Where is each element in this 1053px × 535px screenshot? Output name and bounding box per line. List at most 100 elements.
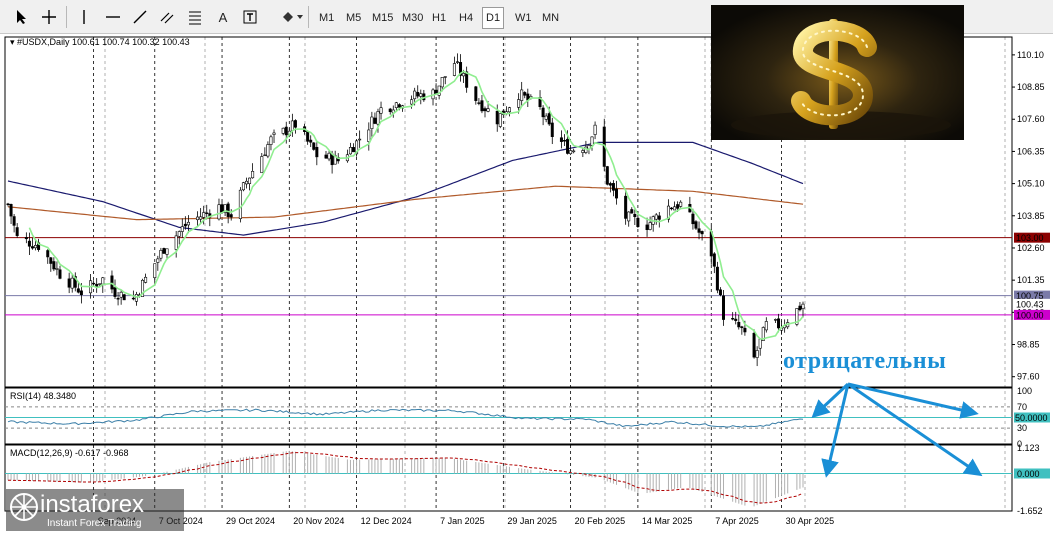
crosshair-icon[interactable] [39, 7, 59, 27]
candle [520, 81, 524, 107]
timeframe-d1[interactable]: D1 [482, 7, 505, 29]
chevron-down-icon[interactable]: ▾ [10, 37, 15, 47]
candle [367, 122, 371, 151]
candle [477, 98, 481, 106]
candle-body [272, 132, 276, 135]
candle [312, 142, 316, 151]
level-label-103.00: 103.00 [1016, 233, 1044, 243]
candle [263, 147, 267, 157]
text-icon[interactable]: A [213, 7, 233, 27]
candle-body [226, 203, 230, 217]
candle-body [452, 63, 456, 76]
timeframe-mn[interactable]: MN [538, 7, 563, 29]
candle [391, 105, 395, 118]
level-label-100.00: 100.00 [1016, 310, 1044, 320]
candle-body [358, 138, 362, 141]
cursor-arrow-icon[interactable] [12, 7, 32, 27]
candle [217, 198, 221, 221]
candle [293, 119, 297, 134]
candle [226, 201, 230, 224]
macd-tick-label: -1.652 [1017, 506, 1043, 516]
candle [584, 140, 588, 155]
candle [559, 130, 563, 149]
candle [419, 89, 423, 105]
rsi-tick-label: 30 [1017, 423, 1027, 433]
price-tick-label: 97.60 [1017, 372, 1040, 382]
candle-body [541, 107, 545, 118]
fibonacci-icon[interactable] [185, 7, 205, 27]
candle-body [721, 295, 725, 320]
candle-body [46, 250, 50, 258]
candle-body [281, 127, 285, 134]
candle-body [654, 214, 658, 220]
candle [605, 165, 609, 186]
candle-body [544, 115, 548, 120]
candle-body [306, 131, 310, 142]
shapes-icon[interactable] [277, 7, 307, 27]
candle [324, 151, 328, 159]
candle-body [562, 140, 566, 142]
timeframe-m30[interactable]: M30 [398, 7, 427, 29]
timeframe-h4[interactable]: H4 [455, 7, 477, 29]
candle-body [92, 282, 96, 285]
candle [611, 180, 615, 197]
timeframe-w1[interactable]: W1 [511, 7, 536, 29]
timeframe-h1[interactable]: H1 [428, 7, 450, 29]
candle [688, 196, 692, 213]
candle-body [315, 146, 319, 158]
candle-body [165, 248, 169, 255]
candle-body [180, 226, 184, 232]
candle [737, 314, 741, 330]
candle-body [676, 204, 680, 209]
trendline-icon[interactable] [130, 7, 150, 27]
candle [474, 85, 478, 105]
candle-body [245, 180, 249, 185]
candle [614, 180, 618, 205]
date-tick-label: 12 Dec 2024 [361, 516, 412, 526]
candle-body [648, 222, 652, 230]
candle-body [645, 224, 649, 230]
candle-body [798, 305, 802, 311]
candle-body [293, 120, 297, 128]
candle-body [58, 269, 62, 279]
candle [6, 202, 10, 207]
annotation-text: отрицательны [783, 348, 947, 374]
timeframe-m15[interactable]: M15 [368, 7, 397, 29]
candle [180, 218, 184, 238]
ma-brown-line [7, 185, 804, 221]
candle-body [608, 183, 612, 186]
candle-body [177, 231, 181, 237]
timeframe-m5[interactable]: M5 [342, 7, 365, 29]
candle-body [98, 283, 102, 285]
candle-body [241, 182, 245, 191]
candle [358, 130, 362, 148]
candle-body [367, 129, 371, 142]
candle [645, 217, 649, 237]
candle-body [495, 110, 499, 125]
candle [116, 291, 120, 306]
rsi-line [7, 408, 804, 428]
timeframe-m1[interactable]: M1 [315, 7, 338, 29]
candle-body [743, 327, 747, 333]
candle [348, 142, 352, 155]
candle-body [113, 287, 117, 297]
text-label-icon[interactable] [240, 7, 260, 27]
candle-body [416, 92, 420, 97]
candle-body [443, 76, 447, 78]
candle-body [67, 278, 71, 288]
candle [159, 247, 163, 262]
candle-body [52, 261, 56, 270]
candle-body [755, 350, 759, 358]
candle [352, 143, 356, 153]
vertical-line-icon[interactable] [74, 7, 94, 27]
symbol-line: #USDX,Daily 100.61 100.74 100.32 100.43 [17, 37, 190, 47]
candle [538, 90, 542, 110]
candle [550, 117, 554, 145]
candle-body [777, 318, 781, 329]
channel-icon[interactable] [157, 7, 177, 27]
candle [52, 257, 56, 272]
candle [562, 134, 566, 147]
candle-body [238, 189, 242, 219]
symbol-info: ▾ #USDX,Daily 100.61 100.74 100.32 100.4… [10, 37, 190, 48]
horizontal-line-icon[interactable] [103, 7, 123, 27]
